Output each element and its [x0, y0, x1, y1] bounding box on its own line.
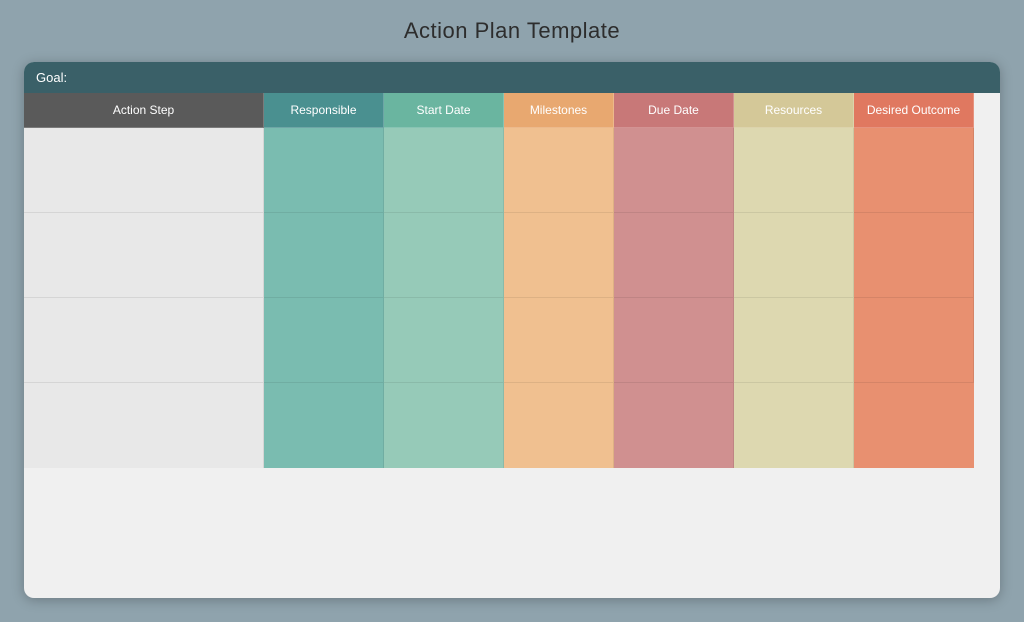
cell-row2-responsible[interactable]	[264, 213, 384, 298]
cell-row1-start-date[interactable]	[384, 128, 504, 213]
cell-row1-milestones[interactable]	[504, 128, 614, 213]
cell-row1-resources[interactable]	[734, 128, 854, 213]
cell-row1-desired-outcome[interactable]	[854, 128, 974, 213]
goal-bar: Goal:	[24, 62, 1000, 93]
header-resources: Resources	[734, 93, 854, 128]
cell-row4-responsible[interactable]	[264, 383, 384, 468]
cell-row4-start-date[interactable]	[384, 383, 504, 468]
cell-row1-due-date[interactable]	[614, 128, 734, 213]
header-action-step: Action Step	[24, 93, 264, 128]
table-grid: Action StepResponsibleStart DateMileston…	[24, 93, 1000, 468]
cell-row1-responsible[interactable]	[264, 128, 384, 213]
cell-row4-action-step[interactable]	[24, 383, 264, 468]
cell-row3-due-date[interactable]	[614, 298, 734, 383]
header-due-date: Due Date	[614, 93, 734, 128]
cell-row4-desired-outcome[interactable]	[854, 383, 974, 468]
header-responsible: Responsible	[264, 93, 384, 128]
cell-row3-resources[interactable]	[734, 298, 854, 383]
header-desired-outcome: Desired Outcome	[854, 93, 974, 128]
cell-row4-due-date[interactable]	[614, 383, 734, 468]
cell-row3-start-date[interactable]	[384, 298, 504, 383]
page-title: Action Plan Template	[404, 18, 620, 44]
header-start-date: Start Date	[384, 93, 504, 128]
cell-row3-responsible[interactable]	[264, 298, 384, 383]
cell-row2-start-date[interactable]	[384, 213, 504, 298]
cell-row2-action-step[interactable]	[24, 213, 264, 298]
cell-row2-due-date[interactable]	[614, 213, 734, 298]
table-container: Goal: Action StepResponsibleStart DateMi…	[24, 62, 1000, 598]
goal-label: Goal:	[36, 70, 67, 85]
cell-row4-resources[interactable]	[734, 383, 854, 468]
page-wrapper: Action Plan Template Goal: Action StepRe…	[0, 0, 1024, 622]
cell-row3-desired-outcome[interactable]	[854, 298, 974, 383]
cell-row2-milestones[interactable]	[504, 213, 614, 298]
header-milestones: Milestones	[504, 93, 614, 128]
cell-row4-milestones[interactable]	[504, 383, 614, 468]
cell-row2-resources[interactable]	[734, 213, 854, 298]
cell-row2-desired-outcome[interactable]	[854, 213, 974, 298]
cell-row1-action-step[interactable]	[24, 128, 264, 213]
cell-row3-action-step[interactable]	[24, 298, 264, 383]
cell-row3-milestones[interactable]	[504, 298, 614, 383]
